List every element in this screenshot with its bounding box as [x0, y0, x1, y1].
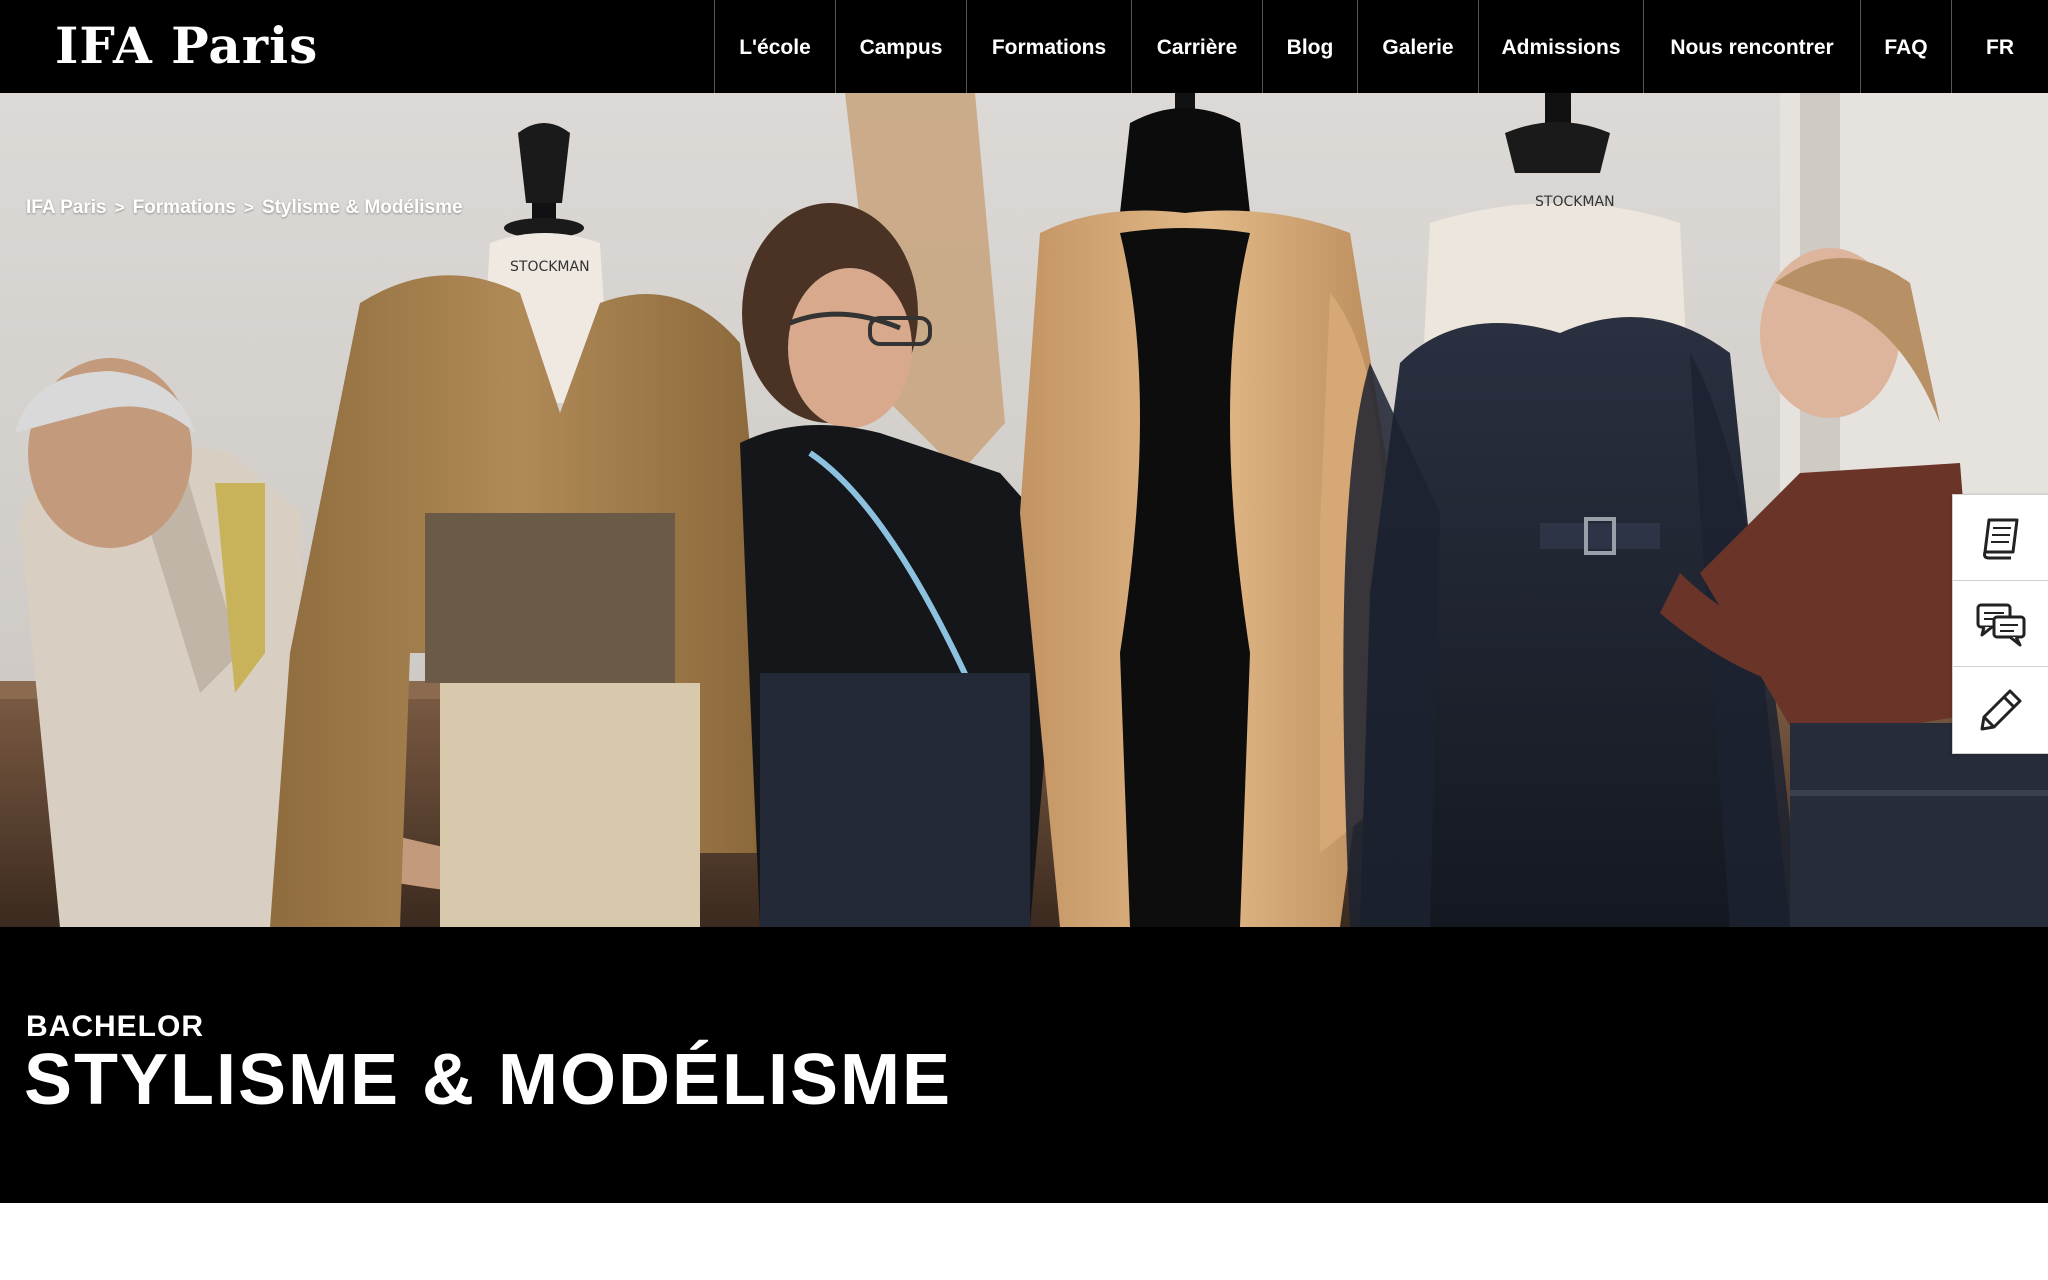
breadcrumb-separator: > — [244, 198, 254, 217]
chat-button[interactable] — [1953, 581, 2048, 667]
program-title-band: BACHELOR STYLISME & MODÉLISME — [0, 927, 2048, 1203]
nav-item-faq[interactable]: FAQ — [1861, 0, 1952, 93]
nav-item-formations[interactable]: Formations — [967, 0, 1132, 93]
breadcrumb-formations[interactable]: Formations — [133, 197, 236, 219]
side-action-panel — [1952, 494, 2048, 754]
nav-item-galerie[interactable]: Galerie — [1358, 0, 1479, 93]
breadcrumb-home[interactable]: IFA Paris — [26, 197, 107, 219]
main-nav: L'école Campus Formations Carrière Blog … — [714, 0, 2048, 93]
nav-item-blog[interactable]: Blog — [1263, 0, 1358, 93]
mannequin-tag-2: STOCKMAN — [1535, 194, 1615, 210]
chat-bubbles-icon — [1976, 603, 2025, 646]
breadcrumb-separator: > — [114, 198, 125, 217]
brochure-book-icon — [1982, 518, 2018, 559]
mannequin-tag-1: STOCKMAN — [510, 259, 590, 275]
nav-item-ecole[interactable]: L'école — [715, 0, 836, 93]
nav-item-carriere[interactable]: Carrière — [1132, 0, 1263, 93]
pencil-icon — [1980, 689, 2021, 731]
breadcrumb: IFA Paris > Formations > Stylisme & Modé… — [26, 197, 463, 219]
apply-button[interactable] — [1953, 667, 2048, 753]
language-switcher[interactable]: FR — [1952, 0, 2048, 93]
site-header: IFA Paris L'école Campus Formations Carr… — [0, 0, 2048, 93]
breadcrumb-current: Stylisme & Modélisme — [261, 197, 463, 218]
nav-item-admissions[interactable]: Admissions — [1479, 0, 1644, 93]
nav-item-campus[interactable]: Campus — [836, 0, 967, 93]
nav-item-nous-rencontrer[interactable]: Nous rencontrer — [1644, 0, 1861, 93]
page-title: STYLISME & MODÉLISME — [24, 1040, 953, 1120]
hero-banner: STOCKMAN STOCKMAN IFA Paris > Formations… — [0, 93, 2048, 927]
site-logo[interactable]: IFA Paris — [55, 18, 318, 74]
brochure-button[interactable] — [1953, 495, 2048, 581]
